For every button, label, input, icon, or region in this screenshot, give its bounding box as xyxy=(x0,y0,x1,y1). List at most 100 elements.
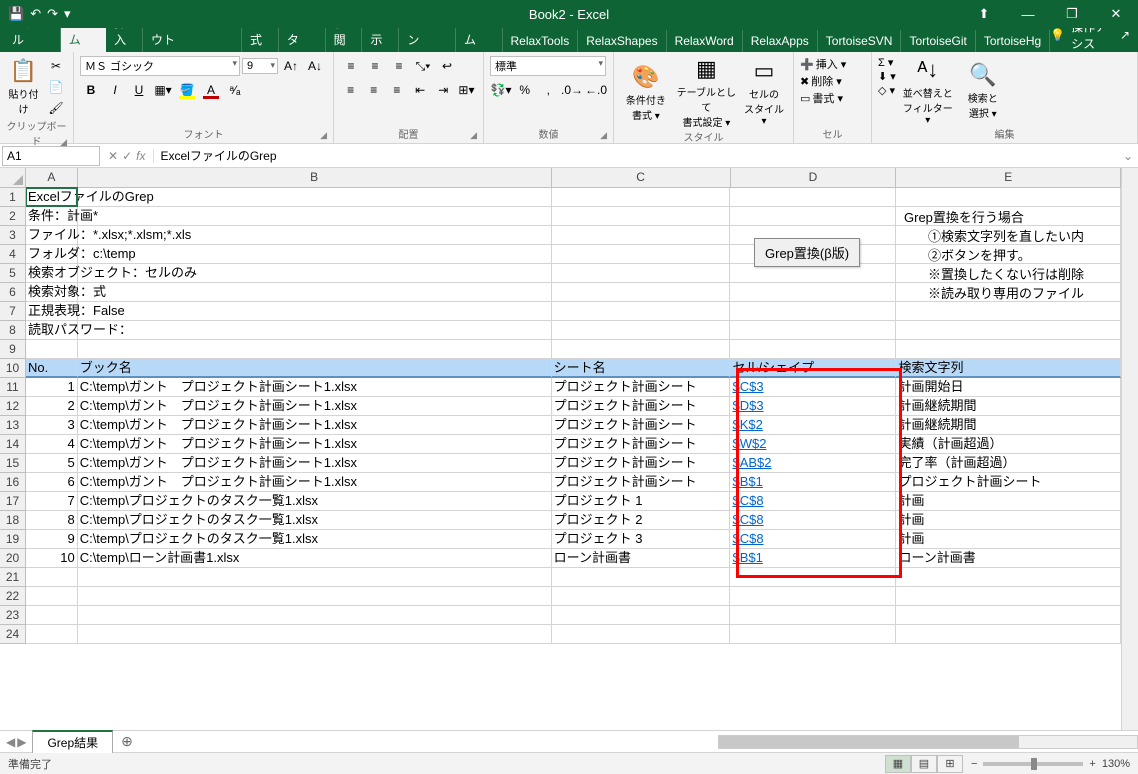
cell[interactable]: $C$3 xyxy=(730,378,896,397)
cell[interactable]: $C$8 xyxy=(730,511,896,530)
cell[interactable] xyxy=(78,340,552,359)
insert-cells-button[interactable]: ➕ 挿入 ▾ xyxy=(800,56,865,72)
cell[interactable] xyxy=(730,606,896,625)
cell[interactable]: $D$3 xyxy=(730,397,896,416)
worksheet-grid[interactable]: 123456789101112131415161718192021222324 … xyxy=(0,168,1138,730)
fill-color-button[interactable]: 🪣 xyxy=(176,80,198,100)
row-header[interactable]: 23 xyxy=(0,606,26,625)
zoom-slider[interactable] xyxy=(983,762,1083,766)
row-header[interactable]: 4 xyxy=(0,245,26,264)
cell[interactable] xyxy=(730,321,896,340)
cell[interactable] xyxy=(730,625,896,644)
cell[interactable] xyxy=(552,283,731,302)
cell[interactable] xyxy=(78,606,552,625)
autosum-button[interactable]: Σ ▾ xyxy=(878,56,896,69)
cell[interactable] xyxy=(26,625,78,644)
row-header[interactable]: 20 xyxy=(0,549,26,568)
row-header[interactable]: 8 xyxy=(0,321,26,340)
cell[interactable] xyxy=(552,302,731,321)
italic-button[interactable]: I xyxy=(104,80,126,100)
cell[interactable]: プロジェクト計画シート xyxy=(552,378,731,397)
expand-formula-icon[interactable]: ⌄ xyxy=(1118,149,1138,163)
cell[interactable] xyxy=(552,568,731,587)
bold-button[interactable]: B xyxy=(80,80,102,100)
cell[interactable]: $C$8 xyxy=(730,492,896,511)
cell[interactable] xyxy=(896,625,1121,644)
cell[interactable]: $B$1 xyxy=(730,473,896,492)
row-header[interactable]: 6 xyxy=(0,283,26,302)
col-header[interactable]: B xyxy=(78,168,552,188)
cell[interactable]: セル/シェイプ xyxy=(730,359,896,378)
cell[interactable]: C:\temp\ガント プロジェクト計画シート1.xlsx xyxy=(78,416,552,435)
row-header[interactable]: 19 xyxy=(0,530,26,549)
tab-relaxtools[interactable]: RelaxTools xyxy=(503,30,579,52)
zoom-level[interactable]: 130% xyxy=(1102,758,1130,770)
cell[interactable]: 検索対象：式 xyxy=(26,283,78,302)
inc-decimal-button[interactable]: .0→ xyxy=(561,80,583,100)
paste-button[interactable]: 📋貼り付け xyxy=(6,56,41,118)
cell[interactable]: 計画継続期間 xyxy=(896,397,1121,416)
cell[interactable] xyxy=(26,568,78,587)
cell[interactable] xyxy=(552,625,731,644)
cell[interactable]: 3 xyxy=(26,416,78,435)
cell[interactable] xyxy=(730,188,896,207)
cell[interactable] xyxy=(78,568,552,587)
cell[interactable]: プロジェクト計画シート xyxy=(552,454,731,473)
qa-more-icon[interactable]: ▾ xyxy=(64,6,71,22)
cell[interactable]: $B$1 xyxy=(730,549,896,568)
row-header[interactable]: 3 xyxy=(0,226,26,245)
cell[interactable]: 正規表現：False xyxy=(26,302,78,321)
close-button[interactable]: ✕ xyxy=(1094,0,1138,28)
row-header[interactable]: 22 xyxy=(0,587,26,606)
cell[interactable]: 完了率（計画超過） xyxy=(896,454,1121,473)
col-header[interactable]: E xyxy=(896,168,1121,188)
font-color-button[interactable]: A xyxy=(200,80,222,100)
cell[interactable] xyxy=(26,587,78,606)
row-header[interactable]: 1 xyxy=(0,188,26,207)
number-format-select[interactable]: 標準 xyxy=(490,56,606,76)
cell[interactable]: ExcelファイルのGrep xyxy=(26,188,78,207)
font-name-select[interactable]: ＭＳ ゴシック xyxy=(80,56,240,76)
shrink-font-button[interactable]: A↓ xyxy=(304,56,326,76)
cell[interactable]: 計画 xyxy=(896,492,1121,511)
align-top-button[interactable]: ≡ xyxy=(340,56,362,76)
row-header[interactable]: 16 xyxy=(0,473,26,492)
view-normal-button[interactable]: ▦ xyxy=(885,755,911,773)
qa-undo-icon[interactable]: ↶ xyxy=(30,6,41,22)
cell[interactable]: C:\temp\ローン計画書1.xlsx xyxy=(78,549,552,568)
dialog-launcher-icon[interactable]: ◢ xyxy=(320,130,327,141)
cell[interactable]: プロジェクト 2 xyxy=(552,511,731,530)
fill-button[interactable]: ⬇ ▾ xyxy=(878,70,896,83)
copy-button[interactable]: 📄 xyxy=(45,77,67,97)
cell[interactable]: C:\temp\プロジェクトのタスク一覧1.xlsx xyxy=(78,511,552,530)
vertical-scrollbar[interactable] xyxy=(1121,168,1138,730)
percent-button[interactable]: % xyxy=(514,80,536,100)
cell[interactable]: ブック名 xyxy=(78,359,552,378)
cell[interactable]: プロジェクト計画シート xyxy=(552,473,731,492)
cell[interactable]: ローン計画書 xyxy=(552,549,731,568)
zoom-out-button[interactable]: − xyxy=(971,758,977,770)
cell[interactable] xyxy=(896,587,1121,606)
cell[interactable]: フォルダ：c:\temp xyxy=(26,245,78,264)
cell[interactable]: プロジェクト計画シート xyxy=(552,397,731,416)
tab-relaxword[interactable]: RelaxWord xyxy=(667,30,743,52)
col-header[interactable]: D xyxy=(731,168,897,188)
cell[interactable]: 4 xyxy=(26,435,78,454)
minimize-button[interactable]: — xyxy=(1006,0,1050,28)
grow-font-button[interactable]: A↑ xyxy=(280,56,302,76)
format-painter-button[interactable]: 🖌 xyxy=(45,98,67,118)
cell[interactable] xyxy=(730,340,896,359)
row-header[interactable]: 2 xyxy=(0,207,26,226)
cell[interactable] xyxy=(552,264,731,283)
cell[interactable]: ローン計画書 xyxy=(896,549,1121,568)
horizontal-scrollbar[interactable] xyxy=(141,735,1138,749)
cell[interactable]: 読取パスワード： xyxy=(26,321,78,340)
cell[interactable]: 計画 xyxy=(896,530,1121,549)
cell[interactable]: シート名 xyxy=(552,359,731,378)
cell[interactable] xyxy=(896,188,1121,207)
cell[interactable]: 計画継続期間 xyxy=(896,416,1121,435)
currency-button[interactable]: 💱▾ xyxy=(490,80,512,100)
cell[interactable] xyxy=(552,606,731,625)
cell[interactable] xyxy=(78,625,552,644)
cell[interactable] xyxy=(78,207,552,226)
